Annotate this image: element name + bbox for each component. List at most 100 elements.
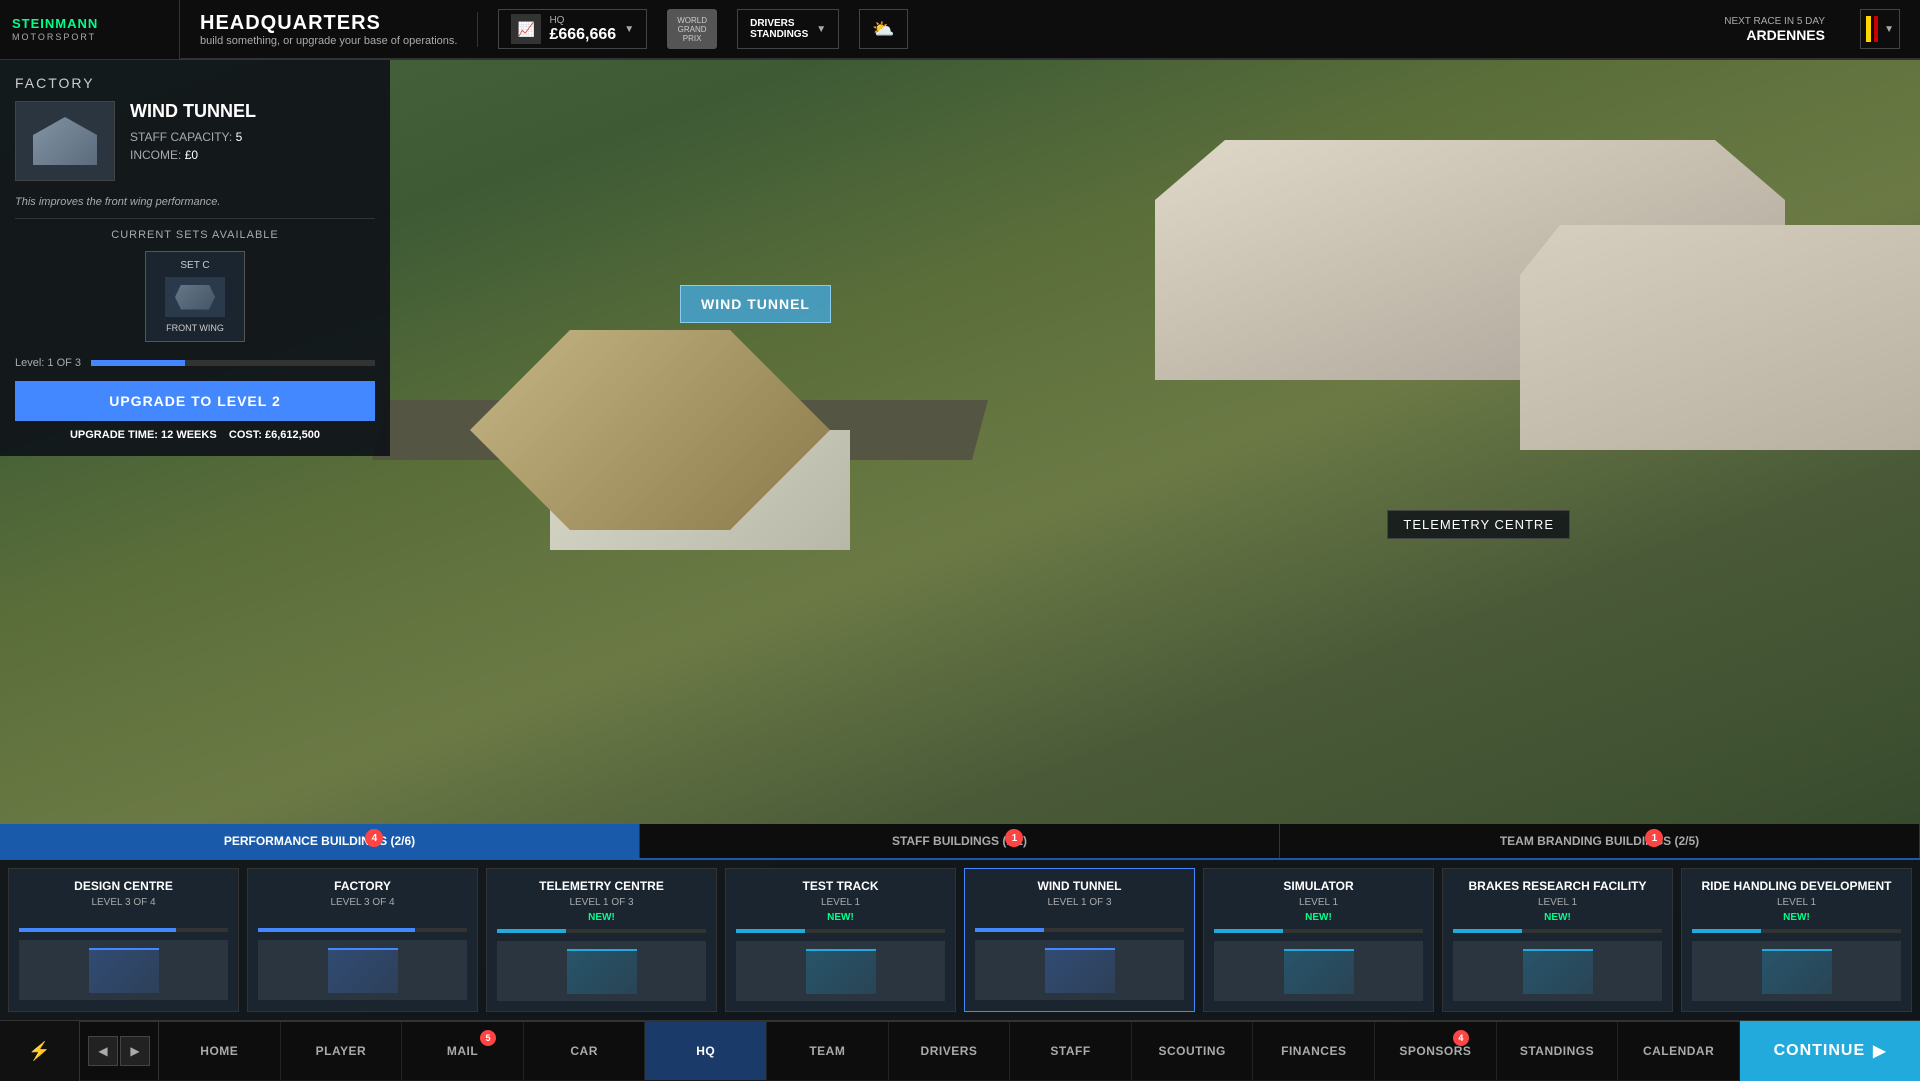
page-title-area: HEADQUARTERS build something, or upgrade… (180, 12, 478, 47)
bc-progress-fill (975, 928, 1044, 932)
nav-back-arrow[interactable]: ◀ (88, 1036, 118, 1066)
nav-item-finances[interactable]: Finances (1253, 1022, 1375, 1080)
standings-label: STANDINGS (750, 29, 808, 40)
nav-item-calendar[interactable]: Calendar (1618, 1022, 1740, 1080)
bc-icon-shape (1762, 949, 1832, 994)
tab-performance-buildings[interactable]: PERFORMANCE BUILDINGS (2/6) 4 (0, 824, 640, 858)
staff-capacity-row: STAFF CAPACITY: 5 (130, 130, 256, 144)
bc-icon-shape (89, 948, 159, 993)
bc-progress-bar (19, 928, 228, 932)
bc-icon (258, 940, 467, 1000)
world-gp-icon: WORLDGRAND PRIX (667, 9, 717, 49)
drivers-label: DRIVERS (750, 18, 808, 29)
income-row: INCOME: £0 (130, 148, 256, 162)
buildings-tabs: PERFORMANCE BUILDINGS (2/6) 4 STAFF BUIL… (0, 824, 1920, 858)
current-sets-title: CURRENT SETS AVAILABLE (15, 229, 375, 241)
money-icon: 📈 (511, 14, 541, 44)
divider-1 (15, 218, 375, 219)
income-value: £0 (185, 148, 198, 162)
nav-item-car[interactable]: Car (524, 1022, 646, 1080)
bc-new-label: NEW! (1214, 912, 1423, 923)
bc-level: LEVEL 1 OF 3 (975, 897, 1184, 908)
building-card-brakes-research-facility[interactable]: Brakes Research FacilityLEVEL 1NEW! (1442, 868, 1673, 1012)
header-stats: 📈 HQ £666,666 ▼ WORLDGRAND PRIX DRIVERS … (478, 9, 1920, 49)
bc-icon (1214, 941, 1423, 1001)
nav-item-sponsors[interactable]: Sponsors4 (1375, 1022, 1497, 1080)
bc-progress-bar (975, 928, 1184, 932)
weather-button[interactable]: ⛅ (859, 9, 907, 49)
nav-item-drivers[interactable]: Drivers (889, 1022, 1011, 1080)
upgrade-button[interactable]: UPGRADE TO LEVEL 2 (15, 381, 375, 421)
bc-icon (736, 941, 945, 1001)
level-label: Level: 1 OF 3 (15, 357, 81, 369)
buildings-bar: PERFORMANCE BUILDINGS (2/6) 4 STAFF BUIL… (0, 824, 1920, 1020)
bc-progress-fill (1692, 929, 1761, 933)
building-card-design-centre[interactable]: Design CentreLEVEL 3 OF 4 (8, 868, 239, 1012)
wind-tunnel-map-label[interactable]: WIND TUNNEL (680, 285, 831, 323)
next-race-name: ARDENNES (1724, 27, 1825, 43)
nav-item-standings[interactable]: Standings (1497, 1022, 1619, 1080)
building-card-telemetry-centre[interactable]: Telemetry CentreLEVEL 1 OF 3NEW! (486, 868, 717, 1012)
left-panel: FACTORY WIND TUNNEL STAFF CAPACITY: 5 IN… (0, 60, 390, 456)
nav-bar: ⚡ ◀ ▶ HomePlayerMail5CarHQTeamDriversSta… (0, 1020, 1920, 1080)
hq-money-button[interactable]: 📈 HQ £666,666 ▼ (498, 9, 647, 49)
building-card-ride-handling-development[interactable]: Ride Handling DevelopmentLEVEL 1NEW! (1681, 868, 1912, 1012)
bc-icon-shape (1045, 948, 1115, 993)
nav-item-home[interactable]: Home (159, 1022, 281, 1080)
bc-icon-shape (328, 948, 398, 993)
bc-progress-bar (1453, 929, 1662, 933)
building-card-wind-tunnel[interactable]: Wind Tunnel LEVEL 1 OF 3 (964, 868, 1195, 1012)
bc-icon-shape (567, 949, 637, 994)
bc-new-label: NEW! (1453, 912, 1662, 923)
bc-level: LEVEL 3 OF 4 (258, 897, 467, 908)
nav-item-team[interactable]: Team (767, 1022, 889, 1080)
building-info: WIND TUNNEL STAFF CAPACITY: 5 INCOME: £0 (130, 101, 256, 166)
building-thumbnail (15, 101, 115, 181)
next-race-area: NEXT RACE IN 5 DAY ARDENNES (1709, 16, 1840, 43)
nav-item-staff[interactable]: Staff (1010, 1022, 1132, 1080)
bc-new-label: NEW! (497, 912, 706, 923)
bc-name: Ride Handling Development (1692, 879, 1901, 893)
bc-progress-fill (1214, 929, 1283, 933)
front-wing-shape (175, 285, 215, 310)
bc-icon-shape (806, 949, 876, 994)
sets-grid: SET C FRONT WING (15, 251, 375, 342)
continue-button[interactable]: Continue ▶ (1740, 1021, 1920, 1081)
bc-new-label: NEW! (1692, 912, 1901, 923)
set-c-icon (165, 277, 225, 317)
bc-name: Wind Tunnel (975, 879, 1184, 893)
nav-items: HomePlayerMail5CarHQTeamDriversStaffScou… (159, 1022, 1740, 1080)
bc-name: Factory (258, 879, 467, 893)
flag-red (1874, 16, 1879, 42)
telemetry-map-label: TELEMETRY CENTRE (1387, 510, 1570, 539)
set-c-label: SET C (154, 260, 236, 271)
nav-item-mail[interactable]: Mail5 (402, 1022, 524, 1080)
money-dropdown-arrow: ▼ (624, 24, 634, 35)
tab-staff-buildings[interactable]: STAFF BUILDINGS (1/2) 1 (640, 824, 1280, 858)
building-card-simulator[interactable]: SimulatorLEVEL 1NEW! (1203, 868, 1434, 1012)
nav-forward-arrow[interactable]: ▶ (120, 1036, 150, 1066)
building-thumb-shape (25, 111, 105, 171)
building-card-test-track[interactable]: Test TrackLEVEL 1NEW! (725, 868, 956, 1012)
nav-item-hq[interactable]: HQ (645, 1022, 767, 1080)
page-subtitle: build something, or upgrade your base of… (200, 35, 457, 47)
tab-team-branding-buildings[interactable]: TEAM BRANDING BUILDINGS (2/5) 1 (1280, 824, 1920, 858)
logo-area: STEINMANN MOTORSPORT (0, 0, 180, 59)
flag-button[interactable]: ▼ (1860, 9, 1900, 49)
nav-item-player[interactable]: Player (281, 1022, 403, 1080)
bc-name: Telemetry Centre (497, 879, 706, 893)
nav-item-scouting[interactable]: Scouting (1132, 1022, 1254, 1080)
continue-arrow-icon: ▶ (1873, 1041, 1886, 1061)
world-gp-button[interactable]: WORLDGRAND PRIX (667, 9, 717, 49)
bc-progress-fill (497, 929, 566, 933)
set-c-item-name: FRONT WING (154, 323, 236, 333)
bc-icon-shape (1523, 949, 1593, 994)
drivers-standings-button[interactable]: DRIVERS STANDINGS ▼ (737, 9, 839, 49)
level-progress-fill (91, 360, 185, 366)
building-card-factory[interactable]: Factory LEVEL 3 OF 4 (247, 868, 478, 1012)
hq-money-value: £666,666 (549, 26, 616, 44)
bc-icon (497, 941, 706, 1001)
bc-icon-shape (1284, 949, 1354, 994)
flag-dropdown-arrow: ▼ (1884, 24, 1894, 35)
set-c-card[interactable]: SET C FRONT WING (145, 251, 245, 342)
